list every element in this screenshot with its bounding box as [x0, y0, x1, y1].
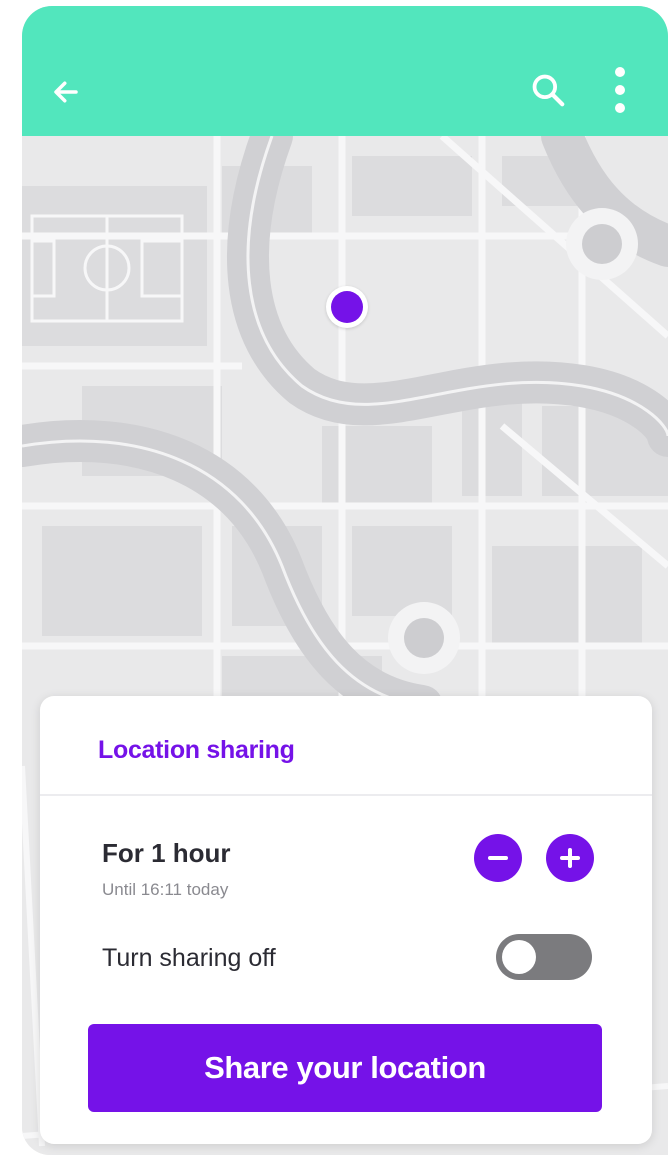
location-dot-icon[interactable] [326, 286, 368, 328]
share-location-button[interactable]: Share your location [88, 1024, 602, 1112]
minus-icon [488, 856, 508, 860]
sheet-title: Location sharing [98, 736, 295, 764]
more-vertical-icon [615, 67, 625, 113]
increase-duration-button[interactable] [546, 834, 594, 882]
location-sharing-sheet: Location sharing For 1 hour Until 16:11 … [40, 696, 652, 1144]
phone-screen: Location sharing For 1 hour Until 16:11 … [22, 6, 668, 1155]
divider [40, 794, 652, 796]
toggle-label: Turn sharing off [102, 944, 276, 972]
duration-until: Until 16:11 today [102, 880, 229, 899]
back-button[interactable] [42, 68, 90, 116]
toggle-knob [502, 940, 536, 974]
search-icon [532, 74, 565, 107]
app-bar [22, 6, 668, 136]
arrow-left-icon [54, 81, 78, 103]
duration-label: For 1 hour [102, 838, 231, 868]
decrease-duration-button[interactable] [474, 834, 522, 882]
search-button[interactable] [522, 64, 574, 116]
more-options-button[interactable] [600, 60, 640, 120]
sharing-toggle[interactable] [496, 934, 592, 980]
plus-icon [560, 848, 580, 868]
